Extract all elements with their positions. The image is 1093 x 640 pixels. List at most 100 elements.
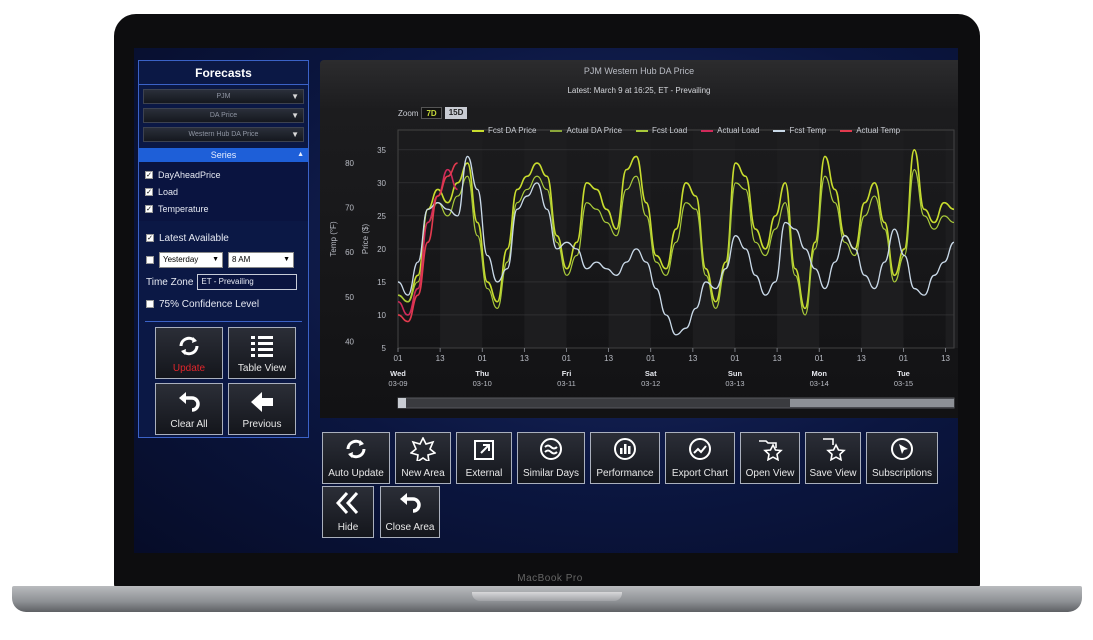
legend-actual-load[interactable]: Actual Load bbox=[701, 126, 759, 135]
burst-icon bbox=[410, 437, 436, 461]
custom-time-checkbox[interactable] bbox=[146, 256, 154, 264]
refresh-icon bbox=[179, 336, 199, 356]
night-band bbox=[440, 130, 483, 348]
hour-tick-label: 01 bbox=[815, 354, 824, 363]
day-name-label: Tue bbox=[897, 369, 910, 378]
checkbox-checked[interactable]: ✓ bbox=[145, 187, 153, 196]
hour-tick-label: 01 bbox=[562, 354, 571, 363]
toolbar-button-label: Save View bbox=[809, 468, 857, 479]
line-chart-icon bbox=[689, 438, 711, 460]
night-band bbox=[524, 130, 567, 348]
checkbox-checked[interactable]: ✓ bbox=[145, 204, 153, 213]
list-icon bbox=[251, 336, 273, 357]
refresh-icon bbox=[346, 439, 366, 459]
product-select[interactable]: DA Price ▼ bbox=[143, 108, 304, 123]
day-name-label: Sat bbox=[645, 369, 657, 378]
zoom-7d-button[interactable]: 7D bbox=[421, 107, 442, 119]
day-date-label: 03-13 bbox=[725, 379, 744, 388]
hour-tick-label: 01 bbox=[394, 354, 403, 363]
checkbox-checked[interactable]: ✓ bbox=[145, 170, 153, 179]
night-band bbox=[945, 130, 958, 348]
temp-tick-label: 40 bbox=[345, 337, 354, 346]
confidence-row[interactable]: 75% Confidence Level bbox=[146, 293, 308, 315]
series-header[interactable]: Series ▲ bbox=[139, 148, 308, 162]
performance-button[interactable]: Performance bbox=[590, 432, 660, 484]
chevron-down-icon: ▼ bbox=[291, 130, 299, 139]
zoom-control: Zoom 7D 15D bbox=[398, 107, 468, 119]
clear-all-button[interactable]: Clear All bbox=[155, 383, 223, 435]
auto-update-button[interactable]: Auto Update bbox=[322, 432, 390, 484]
temp-tick-label: 80 bbox=[345, 159, 354, 168]
legend-fcst-temp[interactable]: Fcst Temp bbox=[773, 126, 826, 135]
latest-available-checkbox[interactable]: ✓ bbox=[146, 234, 154, 242]
toolbar-button-label: External bbox=[465, 468, 503, 479]
table-view-button[interactable]: Table View bbox=[228, 327, 296, 379]
toolbar-button-label: Auto Update bbox=[328, 468, 384, 479]
chevron-down-icon: ▼ bbox=[212, 256, 219, 263]
night-band bbox=[777, 130, 820, 348]
external-link-icon bbox=[474, 440, 494, 460]
temp-tick-label: 70 bbox=[345, 204, 354, 213]
day-name-label: Wed bbox=[390, 369, 406, 378]
hide-button[interactable]: Hide bbox=[322, 486, 374, 538]
hour-select[interactable]: 8 AM ▼ bbox=[228, 252, 294, 268]
legend-actual-temp[interactable]: Actual Temp bbox=[840, 126, 900, 135]
hour-tick-label: 13 bbox=[520, 354, 529, 363]
legend-fcst-da-price[interactable]: Fcst DA Price bbox=[472, 126, 536, 135]
update-button[interactable]: Update bbox=[155, 327, 223, 379]
legend-fcst-load[interactable]: Fcst Load bbox=[636, 126, 687, 135]
hour-tick-label: 01 bbox=[478, 354, 487, 363]
hour-tick-label: 13 bbox=[857, 354, 866, 363]
temp-tick-label: 60 bbox=[345, 248, 354, 257]
similar-days-button[interactable]: Similar Days bbox=[517, 432, 585, 484]
folder-star-icon bbox=[759, 440, 783, 461]
time-zone-field[interactable]: ET - Prevailing bbox=[197, 274, 298, 290]
location-select[interactable]: Western Hub DA Price ▼ bbox=[143, 127, 304, 142]
price-axis-title: Price ($) bbox=[361, 224, 370, 255]
arrow-left-icon bbox=[251, 392, 273, 412]
day-select[interactable]: Yesterday ▼ bbox=[159, 252, 223, 268]
hour-tick-label: 13 bbox=[604, 354, 613, 363]
time-zone-row: Time Zone ET - Prevailing bbox=[146, 271, 308, 293]
open-view-button[interactable]: Open View bbox=[740, 432, 800, 484]
toolbar-button-label: Similar Days bbox=[522, 468, 580, 479]
series-item-temperature[interactable]: ✓ Temperature bbox=[145, 200, 308, 217]
series-item-dayaheadprice[interactable]: ✓ DayAheadPrice bbox=[145, 166, 308, 183]
forecasts-panel: Forecasts PJM ▼ DA Price ▼ Western Hub DA … bbox=[138, 60, 309, 438]
subscriptions-button[interactable]: Subscriptions bbox=[866, 432, 938, 484]
day-name-label: Thu bbox=[475, 369, 489, 378]
navigator-left-grip[interactable] bbox=[398, 398, 406, 408]
chart-legend: Fcst DA Price Actual DA Price Fcst Load … bbox=[472, 126, 914, 135]
temp-tick-label: 50 bbox=[345, 293, 354, 302]
toolbar-button-label: Export Chart bbox=[671, 468, 729, 479]
device-label: MacBook Pro bbox=[517, 573, 583, 584]
confidence-checkbox[interactable] bbox=[146, 300, 154, 308]
toolbar-button-label: Open View bbox=[745, 468, 795, 479]
chevron-down-icon: ▼ bbox=[291, 111, 299, 120]
legend-actual-da-price[interactable]: Actual DA Price bbox=[550, 126, 622, 135]
navigator-handle[interactable] bbox=[790, 399, 954, 407]
latest-available-row[interactable]: ✓ Latest Available bbox=[146, 227, 308, 249]
save-view-button[interactable]: Save View bbox=[805, 432, 861, 484]
series-item-load[interactable]: ✓ Load bbox=[145, 183, 308, 200]
market-select[interactable]: PJM ▼ bbox=[143, 89, 304, 104]
toolbar-button-label: Performance bbox=[596, 468, 654, 479]
close-area-button[interactable]: Close Area bbox=[380, 486, 440, 538]
options-section: ✓ Latest Available Yesterday ▼ 8 AM ▼ Time … bbox=[139, 221, 308, 315]
day-name-label: Sun bbox=[728, 369, 743, 378]
previous-button[interactable]: Previous bbox=[228, 383, 296, 435]
day-date-label: 03-10 bbox=[473, 379, 492, 388]
price-tick-label: 10 bbox=[377, 311, 386, 320]
price-tick-label: 30 bbox=[377, 179, 386, 188]
zoom-15d-button[interactable]: 15D bbox=[444, 107, 468, 119]
day-date-label: 03-11 bbox=[557, 379, 576, 388]
external-button[interactable]: External bbox=[456, 432, 512, 484]
new-area-button[interactable]: New Area bbox=[395, 432, 451, 484]
date-hour-row: Yesterday ▼ 8 AM ▼ bbox=[146, 249, 308, 271]
export-chart-button[interactable]: Export Chart bbox=[665, 432, 735, 484]
undo-icon bbox=[400, 493, 421, 513]
price-tick-label: 15 bbox=[377, 278, 386, 287]
bar-chart-icon bbox=[614, 438, 636, 460]
zoom-label: Zoom bbox=[398, 108, 419, 118]
waves-icon bbox=[540, 438, 562, 460]
